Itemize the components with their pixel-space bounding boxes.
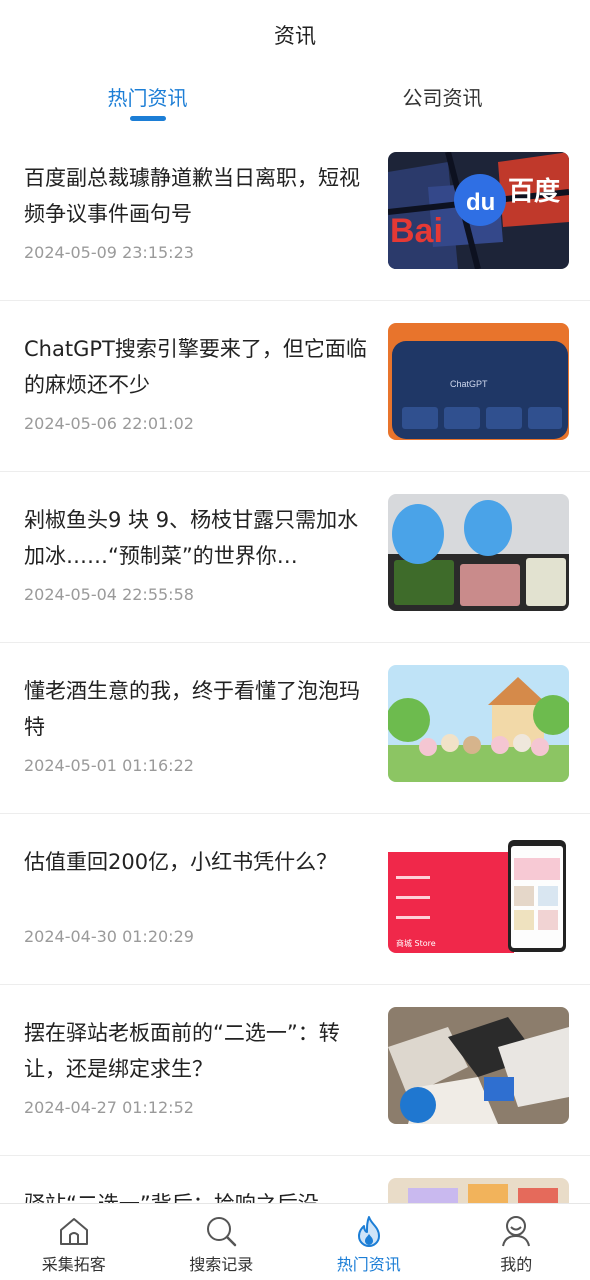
list-item[interactable]: 估值重回200亿，小红书凭什么？ 2024-04-30 01:20:29 商城 … [0, 814, 590, 985]
article-thumbnail: Bai du 百度 [388, 152, 569, 269]
article-date: 2024-04-27 01:12:52 [24, 1098, 194, 1117]
user-icon [502, 1216, 531, 1247]
news-list: 百度副总裁璩静道歉当日离职，短视频争议事件画句号 2024-05-09 23:1… [0, 130, 590, 1203]
list-item[interactable]: ChatGPT搜索引擎要来了，但它面临的麻烦还不少 2024-05-06 22:… [0, 301, 590, 472]
article-date: 2024-05-01 01:16:22 [24, 756, 194, 775]
article-thumbnail: ChatGPT [388, 323, 569, 440]
home-icon [59, 1218, 88, 1245]
flame-icon [357, 1216, 380, 1247]
tab-bar: 热门资讯 公司资讯 [0, 70, 590, 126]
article-date: 2024-05-04 22:55:58 [24, 585, 194, 604]
list-item[interactable]: 百度副总裁璩静道歉当日离职，短视频争议事件画句号 2024-05-09 23:1… [0, 130, 590, 301]
article-thumbnail [388, 1178, 569, 1203]
article-title: 摆在驿站老板面前的“二选一”：转让，还是绑定求生？ [24, 1021, 340, 1081]
article-thumbnail [388, 1007, 569, 1124]
nav-label: 采集拓客 [41, 1255, 106, 1274]
article-title: 驿站“二选一”背后：拾响之后没 [24, 1186, 376, 1203]
article-date: 2024-04-30 01:20:29 [24, 927, 194, 946]
article-date: 2024-05-09 23:15:23 [24, 243, 194, 262]
svg-text:du: du [466, 189, 495, 216]
article-thumbnail: 商城 Store [388, 836, 569, 953]
article-title: ChatGPT搜索引擎要来了，但它面临的麻烦还不少 [24, 337, 367, 397]
list-item[interactable]: 剁椒鱼头9 块 9、杨枝甘露只需加水加冰……“预制菜”的世界你… 2024-05… [0, 472, 590, 643]
article-title: 剁椒鱼头9 块 9、杨枝甘露只需加水加冰……“预制菜”的世界你… [24, 508, 359, 568]
article-date: 2024-05-06 22:01:02 [24, 414, 194, 433]
list-item[interactable]: 懂老酒生意的我，终于看懂了泡泡玛特 2024-05-01 01:16:22 [0, 643, 590, 814]
list-item[interactable]: 驿站“二选一”背后：拾响之后没 [0, 1156, 590, 1203]
article-thumbnail [388, 665, 569, 782]
tab-company-news[interactable]: 公司资讯 [295, 82, 590, 111]
list-item[interactable]: 摆在驿站老板面前的“二选一”：转让，还是绑定求生？ 2024-04-27 01:… [0, 985, 590, 1156]
bottom-nav: 采集拓客 搜索记录 热门资讯 我的 [0, 1203, 590, 1280]
nav-label: 搜索记录 [189, 1255, 254, 1274]
nav-item-collect[interactable]: 采集拓客 [0, 1204, 148, 1280]
svg-text:Bai: Bai [390, 212, 443, 250]
search-icon [207, 1217, 237, 1247]
nav-item-search-history[interactable]: 搜索记录 [148, 1204, 296, 1280]
header: 资讯 [0, 0, 590, 70]
page-title: 资讯 [274, 24, 316, 48]
svg-text:商城 Store: 商城 Store [396, 938, 436, 948]
nav-item-mine[interactable]: 我的 [443, 1204, 590, 1280]
article-title: 懂老酒生意的我，终于看懂了泡泡玛特 [24, 679, 360, 739]
nav-item-hot-news[interactable]: 热门资讯 [295, 1204, 443, 1280]
svg-text:百度: 百度 [508, 176, 560, 207]
tab-active-indicator [130, 116, 166, 121]
svg-text:ChatGPT: ChatGPT [450, 379, 488, 389]
tab-hot-news[interactable]: 热门资讯 [0, 82, 295, 111]
nav-label: 我的 [500, 1255, 533, 1274]
nav-label: 热门资讯 [336, 1255, 401, 1274]
article-thumbnail [388, 494, 569, 611]
article-title: 估值重回200亿，小红书凭什么？ [24, 850, 338, 874]
article-title: 百度副总裁璩静道歉当日离职，短视频争议事件画句号 [24, 166, 360, 226]
